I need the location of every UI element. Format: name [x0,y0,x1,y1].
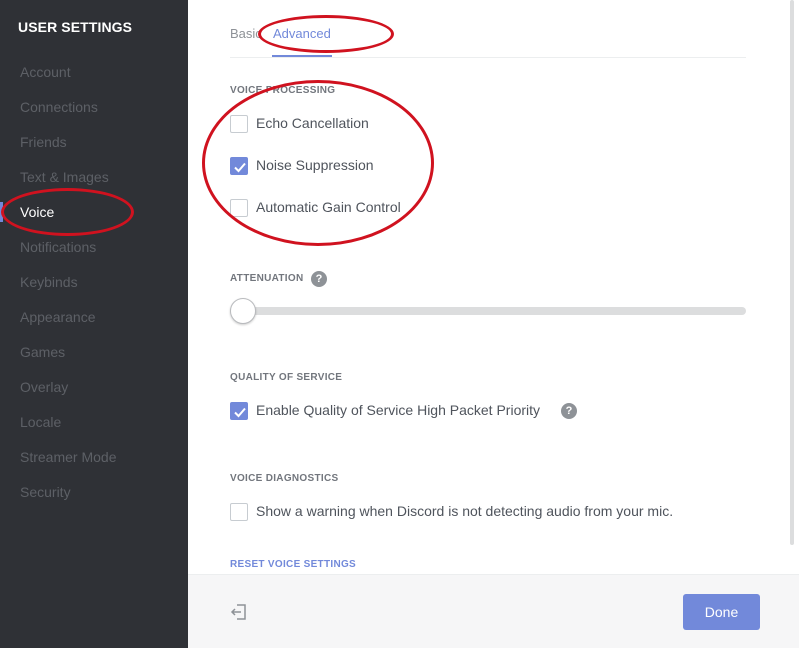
sidebar-item-locale[interactable]: Locale [0,409,188,435]
sidebar-item-notifications[interactable]: Notifications [0,234,188,260]
done-button[interactable]: Done [683,594,760,630]
sidebar-item-keybinds[interactable]: Keybinds [0,269,188,295]
sidebar-item-overlay[interactable]: Overlay [0,374,188,400]
sidebar-item-games[interactable]: Games [0,339,188,365]
annotation-circle-advanced [258,15,394,53]
sidebar-item-friends[interactable]: Friends [0,129,188,155]
scrollbar-thumb[interactable] [790,0,794,545]
qos-help-icon[interactable]: ? [561,403,577,419]
sidebar-item-text-images[interactable]: Text & Images [0,164,188,190]
exit-icon[interactable] [230,603,248,621]
active-tab-underline [272,55,332,57]
diagnostics-checkbox[interactable] [230,503,248,521]
qos-checkbox[interactable] [230,402,248,420]
reset-voice-settings-link[interactable]: RESET VOICE SETTINGS [230,559,356,570]
sidebar-item-connections[interactable]: Connections [0,94,188,120]
annotation-circle-voice-processing [202,80,434,246]
sidebar-item-security[interactable]: Security [0,479,188,505]
annotation-circle-voice [1,188,134,236]
sidebar-item-account[interactable]: Account [0,59,188,85]
scrollbar[interactable] [788,0,796,545]
attenuation-slider-track[interactable] [230,307,746,315]
diagnostics-label: Show a warning when Discord is not detec… [256,503,674,519]
sidebar: USER SETTINGS Account Connections Friend… [0,0,188,648]
quality-of-service-label: QUALITY OF SERVICE [230,372,343,383]
attenuation-slider-handle[interactable] [230,298,256,324]
attenuation-label: ATTENUATION [230,273,304,284]
sidebar-item-streamer-mode[interactable]: Streamer Mode [0,444,188,470]
checkmark-icon [234,407,246,418]
settings-window: USER SETTINGS Account Connections Friend… [0,0,799,648]
sidebar-item-appearance[interactable]: Appearance [0,304,188,330]
attenuation-help-icon[interactable]: ? [311,271,327,287]
footer: Done [188,574,799,648]
qos-label: Enable Quality of Service High Packet Pr… [256,402,541,418]
voice-diagnostics-label: VOICE DIAGNOSTICS [230,473,339,484]
sidebar-title: USER SETTINGS [18,19,133,35]
